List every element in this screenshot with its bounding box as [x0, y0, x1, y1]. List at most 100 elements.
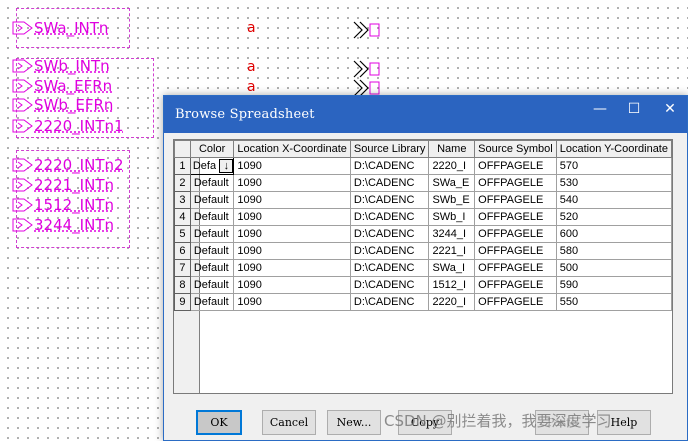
table-row[interactable]: 8 Default 1090 D:\CADENC 1512_I OFFPAGELE 590: [174, 276, 672, 294]
cell-name[interactable]: 1512_I: [428, 276, 476, 294]
spreadsheet-grid[interactable]: Color Location X-Coordinate Source Libra…: [173, 139, 673, 394]
cell-color[interactable]: Default: [189, 225, 235, 243]
column-header-color[interactable]: Color: [189, 140, 235, 158]
cell-location-x[interactable]: 1090: [233, 259, 351, 277]
table-row[interactable]: 6 Default 1090 D:\CADENC 2221_I OFFPAGELE 580: [174, 242, 672, 260]
cell-color[interactable]: Default: [189, 174, 235, 192]
ok-button[interactable]: OK: [196, 410, 242, 435]
row-number[interactable]: 1: [174, 157, 191, 175]
cell-color[interactable]: Default: [189, 293, 235, 311]
port-3244-intn[interactable]: 3244_INTn: [12, 216, 114, 234]
maximize-button[interactable]: ☐: [616, 96, 652, 122]
column-header-name[interactable]: Name: [428, 140, 476, 158]
color-dropdown[interactable]: Defa ↓: [191, 159, 233, 174]
port-1512-intn[interactable]: 1512_INTn: [12, 196, 114, 214]
cell-location-x[interactable]: 1090: [233, 225, 351, 243]
cell-location-y[interactable]: 600: [555, 225, 672, 243]
cell-color[interactable]: Default: [189, 208, 235, 226]
cell-name[interactable]: SWa_I: [428, 259, 476, 277]
cell-source-symbol[interactable]: OFFPAGELE: [474, 208, 557, 226]
cell-source-library[interactable]: D:\CADENC: [349, 191, 430, 209]
cell-name[interactable]: 3244_I: [428, 225, 476, 243]
cell-name[interactable]: 2221_I: [428, 242, 476, 260]
cell-color[interactable]: Default: [189, 276, 235, 294]
cell-name[interactable]: SWa_E: [428, 174, 476, 192]
table-row[interactable]: 7 Default 1090 D:\CADENC SWa_I OFFPAGELE 500: [174, 259, 672, 277]
table-row[interactable]: 3 Default 1090 D:\CADENC SWb_E OFFPAGELE 540: [174, 191, 672, 209]
cell-source-library[interactable]: D:\CADENC: [349, 157, 430, 175]
cell-location-x[interactable]: 1090: [233, 293, 351, 311]
cell-location-y[interactable]: 580: [555, 242, 672, 260]
cell-name[interactable]: 2220_I: [428, 293, 476, 311]
cell-location-x[interactable]: 1090: [233, 191, 351, 209]
offpage-connector-icon[interactable]: [352, 21, 380, 39]
row-number[interactable]: 8: [174, 276, 191, 294]
cell-color[interactable]: Default: [189, 191, 235, 209]
column-header-source-library[interactable]: Source Library: [349, 140, 430, 158]
cell-source-library[interactable]: D:\CADENC: [349, 242, 430, 260]
table-row[interactable]: 5 Default 1090 D:\CADENC 3244_I OFFPAGELE 600: [174, 225, 672, 243]
minimize-button[interactable]: —: [582, 96, 618, 122]
cell-color[interactable]: Defa ↓: [189, 157, 235, 175]
cell-name[interactable]: SWb_E: [428, 191, 476, 209]
cell-source-symbol[interactable]: OFFPAGELE: [474, 293, 557, 311]
cell-source-symbol[interactable]: OFFPAGELE: [474, 225, 557, 243]
cell-source-symbol[interactable]: OFFPAGELE: [474, 259, 557, 277]
row-number[interactable]: 4: [174, 208, 191, 226]
cell-source-symbol[interactable]: OFFPAGELE: [474, 157, 557, 175]
cell-source-library[interactable]: D:\CADENC: [349, 225, 430, 243]
port-2220-intn2[interactable]: 2220_INTn2: [12, 156, 124, 174]
cell-location-x[interactable]: 1090: [233, 174, 351, 192]
row-number[interactable]: 2: [174, 174, 191, 192]
table-row[interactable]: 9 Default 1090 D:\CADENC 2220_I OFFPAGELE 550: [174, 293, 672, 311]
cell-location-y[interactable]: 500: [555, 259, 672, 277]
row-number[interactable]: 7: [174, 259, 191, 277]
cell-location-x[interactable]: 1090: [233, 276, 351, 294]
port-swb-intn[interactable]: SWb_INTn: [12, 57, 110, 75]
table-row[interactable]: 1 Defa ↓ 1090 D:\CADENC 2220_I OFFPAGELE 570: [174, 157, 672, 175]
cell-location-x[interactable]: 1090: [233, 157, 351, 175]
new-button[interactable]: New...: [327, 410, 381, 435]
cell-source-symbol[interactable]: OFFPAGELE: [474, 242, 557, 260]
column-header-location-x[interactable]: Location X-Coordinate: [233, 140, 351, 158]
row-number[interactable]: 5: [174, 225, 191, 243]
cell-source-library[interactable]: D:\CADENC: [349, 293, 430, 311]
cell-location-x[interactable]: 1090: [233, 242, 351, 260]
dialog-titlebar[interactable]: Browse Spreadsheet — ☐ ✕: [164, 96, 687, 133]
cell-source-library[interactable]: D:\CADENC: [349, 276, 430, 294]
close-button[interactable]: ✕: [652, 96, 688, 122]
cell-color[interactable]: Default: [189, 242, 235, 260]
corner-cell[interactable]: [174, 140, 191, 158]
dropdown-arrow-icon[interactable]: ↓: [219, 159, 233, 173]
cell-source-symbol[interactable]: OFFPAGELE: [474, 174, 557, 192]
table-row[interactable]: 2 Default 1090 D:\CADENC SWa_E OFFPAGELE 530: [174, 174, 672, 192]
column-header-source-symbol[interactable]: Source Symbol: [474, 140, 557, 158]
cell-color[interactable]: Default: [189, 259, 235, 277]
cell-location-y[interactable]: 540: [555, 191, 672, 209]
cancel-button[interactable]: Cancel: [262, 410, 316, 435]
cell-location-y[interactable]: 590: [555, 276, 672, 294]
cell-location-y[interactable]: 550: [555, 293, 672, 311]
cell-source-symbol[interactable]: OFFPAGELE: [474, 276, 557, 294]
cell-source-library[interactable]: D:\CADENC: [349, 174, 430, 192]
cell-location-x[interactable]: 1090: [233, 208, 351, 226]
port-swa-intn[interactable]: SWa_INTn: [12, 19, 108, 37]
cell-location-y[interactable]: 530: [555, 174, 672, 192]
cell-name[interactable]: 2220_I: [428, 157, 476, 175]
row-number[interactable]: 3: [174, 191, 191, 209]
port-swa-efrn[interactable]: SWa_EFRn: [12, 77, 112, 95]
cell-name[interactable]: SWb_I: [428, 208, 476, 226]
column-header-location-y[interactable]: Location Y-Coordinate: [555, 140, 672, 158]
offpage-connector-icon[interactable]: [352, 60, 380, 78]
cell-source-symbol[interactable]: OFFPAGELE: [474, 191, 557, 209]
row-number[interactable]: 6: [174, 242, 191, 260]
port-2220-intn1[interactable]: 2220_INTn1: [12, 117, 124, 135]
table-row[interactable]: 4 Default 1090 D:\CADENC SWb_I OFFPAGELE 520: [174, 208, 672, 226]
cell-source-library[interactable]: D:\CADENC: [349, 259, 430, 277]
cell-location-y[interactable]: 520: [555, 208, 672, 226]
port-swb-efrn[interactable]: SWb_EFRn: [12, 96, 113, 114]
row-number[interactable]: 9: [174, 293, 191, 311]
cell-source-library[interactable]: D:\CADENC: [349, 208, 430, 226]
port-2221-intn[interactable]: 2221_INTn: [12, 176, 114, 194]
cell-location-y[interactable]: 570: [555, 157, 672, 175]
